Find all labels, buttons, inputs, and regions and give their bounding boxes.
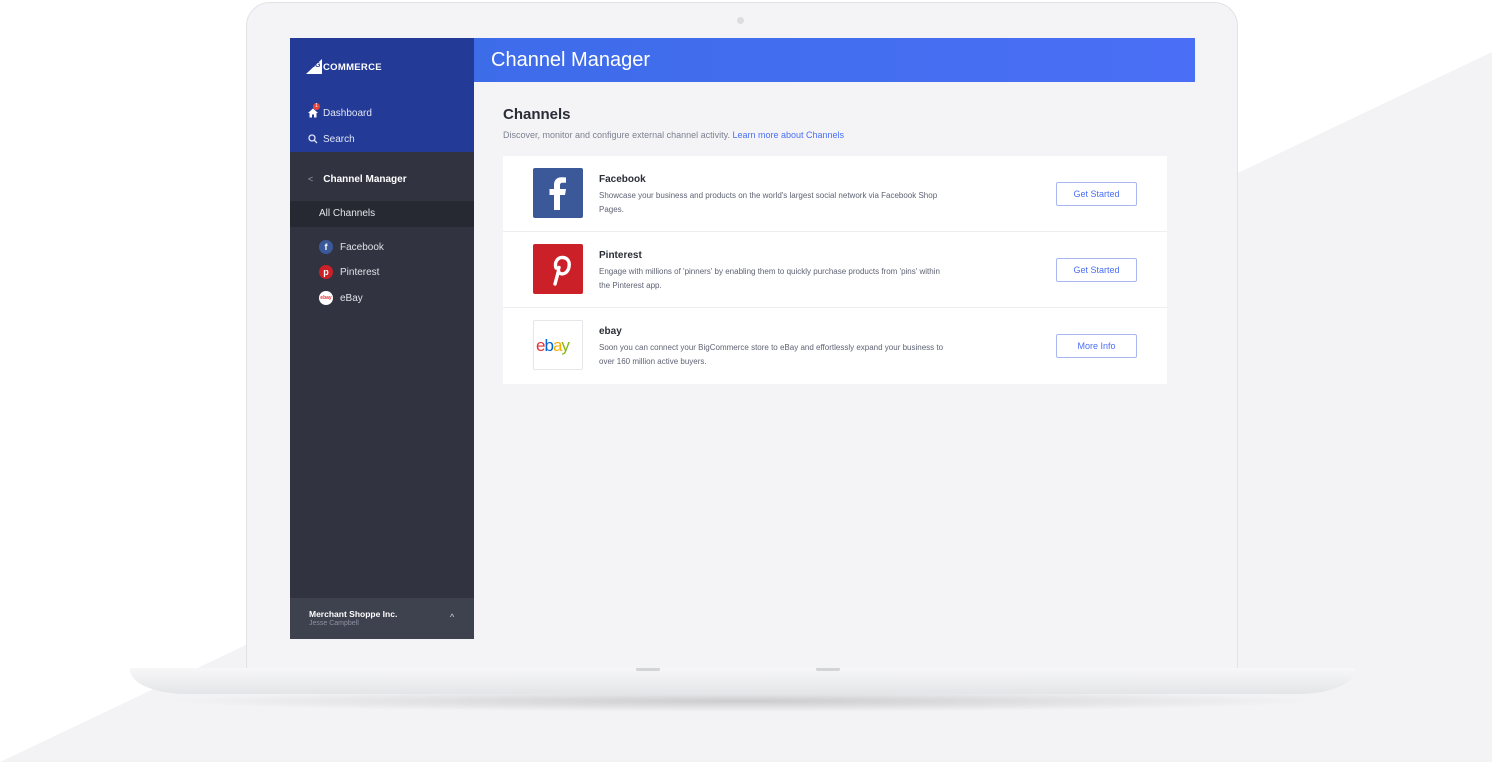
ebay-more-info-button[interactable]: More Info: [1056, 334, 1137, 358]
notification-badge: 1: [313, 103, 320, 110]
channel-description: Showcase your business and products on t…: [599, 191, 938, 214]
sidebar-item-ebay[interactable]: ebay eBay: [319, 291, 363, 305]
facebook-icon: f: [319, 240, 333, 254]
sidebar-item-label: Pinterest: [340, 266, 380, 278]
pinterest-logo-icon: [533, 244, 583, 294]
laptop-base: [130, 668, 1355, 694]
facebook-get-started-button[interactable]: Get Started: [1056, 182, 1137, 206]
channel-name: Facebook: [599, 174, 646, 185]
nav-search-label: Search: [323, 133, 355, 145]
merchant-account-menu[interactable]: Merchant Shoppe Inc. Jesse Campbell ^: [290, 598, 474, 639]
app-screen: BIG COMMERCE 1 Dashboard Search < Channe…: [290, 38, 1195, 639]
bigcommerce-logo[interactable]: BIG COMMERCE: [306, 56, 382, 74]
logo-big-text: BIG: [308, 62, 321, 69]
channel-row-facebook: Facebook Showcase your business and prod…: [503, 156, 1167, 232]
home-icon: 1: [307, 103, 320, 119]
channel-row-ebay: ebay ebay Soon you can connect your BigC…: [503, 308, 1167, 384]
nav-dashboard[interactable]: 1 Dashboard: [307, 103, 372, 119]
channel-name: Pinterest: [599, 250, 642, 261]
page-header: Channel Manager: [474, 38, 1195, 82]
merchant-store-name: Merchant Shoppe Inc.: [309, 609, 398, 619]
sidebar-top-panel: BIG COMMERCE 1 Dashboard Search: [290, 38, 474, 152]
nav-dashboard-label: Dashboard: [323, 107, 372, 119]
laptop-hinge-right: [816, 668, 840, 671]
sidebar-item-pinterest[interactable]: p Pinterest: [319, 265, 379, 279]
nav-search[interactable]: Search: [307, 133, 355, 145]
sidebar-item-facebook[interactable]: f Facebook: [319, 240, 384, 254]
ebay-logo-icon: ebay: [533, 320, 583, 370]
facebook-logo-icon: [533, 168, 583, 218]
sidebar: BIG COMMERCE 1 Dashboard Search < Channe…: [290, 38, 474, 639]
svg-text:ebay: ebay: [536, 336, 570, 355]
sidebar-item-label: Facebook: [340, 241, 384, 253]
learn-more-link[interactable]: Learn more about Channels: [732, 130, 844, 140]
search-icon: [307, 133, 319, 145]
merchant-user-name: Jesse Campbell: [309, 620, 359, 627]
sidebar-item-all-channels[interactable]: All Channels: [290, 201, 474, 227]
laptop-hinge-left: [636, 668, 660, 671]
channel-description: Engage with millions of 'pinners' by ena…: [599, 267, 940, 290]
chevron-up-icon: ^: [450, 612, 455, 622]
page-subtitle: Discover, monitor and configure external…: [503, 130, 844, 140]
channel-row-pinterest: Pinterest Engage with millions of 'pinne…: [503, 232, 1167, 308]
pinterest-icon: p: [319, 265, 333, 279]
channel-description: Soon you can connect your BigCommerce st…: [599, 343, 944, 366]
pinterest-get-started-button[interactable]: Get Started: [1056, 258, 1137, 282]
chevron-left-icon: <: [308, 174, 314, 184]
sidebar-item-label: eBay: [340, 292, 363, 304]
logo-commerce-text: COMMERCE: [323, 62, 382, 73]
page-subtitle-text: Discover, monitor and configure external…: [503, 130, 730, 140]
channel-manager-section[interactable]: < Channel Manager: [290, 168, 474, 190]
page-title: Channels: [503, 106, 571, 123]
channel-name: ebay: [599, 326, 622, 337]
camera-icon: [737, 17, 744, 24]
ebay-icon: ebay: [319, 291, 333, 305]
channels-list: Facebook Showcase your business and prod…: [503, 156, 1167, 384]
section-title: Channel Manager: [323, 173, 407, 185]
